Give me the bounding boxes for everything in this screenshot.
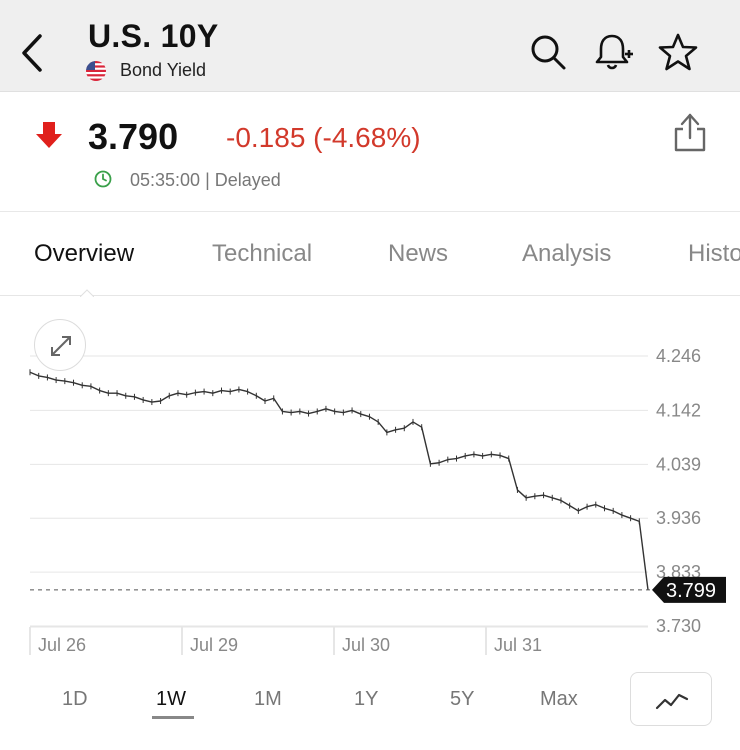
- instrument-subtitle: Bond Yield: [86, 60, 206, 81]
- price-series-line: [29, 371, 649, 590]
- quote-time: 05:35:00 | Delayed: [130, 170, 281, 190]
- price-change: -0.185 (-4.68%): [226, 122, 421, 153]
- line-chart-icon: [655, 693, 689, 710]
- clock-icon: [94, 170, 112, 188]
- search-icon: [531, 35, 566, 70]
- expand-icon: [51, 336, 71, 356]
- price-chart[interactable]: 4.246 4.142 4.039 3.936 3.833 3.730 Jul 26 Jul …: [0, 297, 740, 677]
- down-arrow-icon: [34, 120, 64, 150]
- add-alert-icon: [595, 34, 633, 70]
- x-tick-label: Jul 31: [494, 635, 542, 655]
- back-icon: [22, 34, 42, 72]
- top-bar: U.S. 10Y Bond Yield: [0, 0, 740, 92]
- tab-history[interactable]: Histo: [688, 240, 740, 268]
- y-tick-label: 4.246: [656, 346, 701, 366]
- range-5y[interactable]: 5Y: [450, 688, 474, 711]
- range-max[interactable]: Max: [540, 688, 578, 711]
- chart-canvas: 4.2464.1424.0393.9363.8333.730Jul 26 Jul …: [29, 346, 726, 655]
- range-1m[interactable]: 1M: [254, 688, 282, 711]
- tab-news[interactable]: News: [388, 240, 448, 268]
- range-1d[interactable]: 1D: [62, 688, 88, 711]
- section-tabs: Overview Technical News Analysis Histo: [0, 212, 740, 296]
- y-tick-label: 3.730: [656, 616, 701, 636]
- expand-chart-button[interactable]: [34, 319, 86, 371]
- current-price-label: 3.799: [666, 580, 716, 602]
- tab-technical[interactable]: Technical: [212, 240, 312, 268]
- tab-overview[interactable]: Overview: [34, 240, 134, 268]
- star-icon: [658, 33, 698, 71]
- share-button[interactable]: [670, 110, 710, 154]
- watchlist-star-button[interactable]: [658, 32, 698, 72]
- back-button[interactable]: [18, 32, 50, 74]
- active-tab-caret: [80, 289, 94, 297]
- instrument-title: U.S. 10Y: [88, 18, 219, 54]
- chart-type-button[interactable]: [630, 672, 712, 726]
- share-icon: [674, 113, 706, 152]
- y-tick-label: 3.936: [656, 508, 701, 528]
- x-tick-label: Jul 26: [38, 635, 86, 655]
- active-range-underline: [152, 716, 194, 719]
- y-tick-label: 4.039: [656, 454, 701, 474]
- search-button[interactable]: [528, 32, 568, 72]
- add-alert-button[interactable]: [594, 32, 634, 72]
- us-flag-icon: [86, 60, 106, 81]
- last-price: 3.790: [88, 116, 179, 157]
- x-tick-label: Jul 30: [342, 635, 390, 655]
- quote-panel: 3.790 -0.185 (-4.68%) 05:35:00 | Delayed: [0, 92, 740, 212]
- time-range-bar: 1D 1W 1M 1Y 5Y Max: [0, 672, 740, 750]
- x-tick-label: Jul 29: [190, 635, 238, 655]
- tab-analysis[interactable]: Analysis: [522, 240, 611, 268]
- subtitle-label: Bond Yield: [120, 60, 207, 80]
- range-1w[interactable]: 1W: [156, 688, 186, 711]
- range-1y[interactable]: 1Y: [354, 688, 378, 711]
- y-tick-label: 4.142: [656, 400, 701, 420]
